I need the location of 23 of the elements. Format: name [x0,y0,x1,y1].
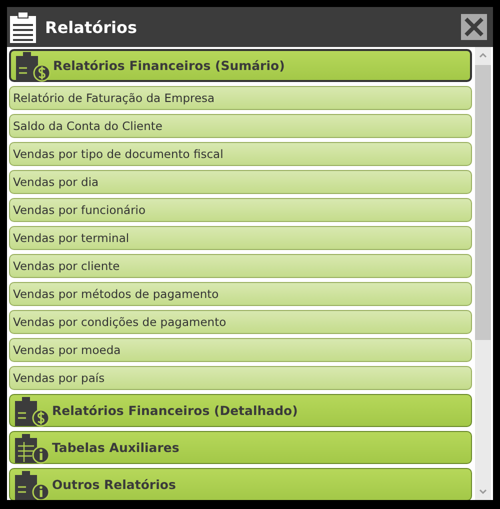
clipboard-dollar-icon [14,394,50,426]
report-item[interactable]: Vendas por país [9,366,472,390]
group-header[interactable]: Outros Relatórios [9,468,472,500]
scrollbar[interactable] [475,47,491,500]
report-item[interactable]: Vendas por métodos de pagamento [9,282,472,306]
scroll-thumb[interactable] [475,65,491,340]
report-item[interactable]: Vendas por cliente [9,254,472,278]
group-header[interactable]: Relatórios Financeiros (Sumário) [9,49,472,82]
report-item[interactable]: Vendas por moeda [9,338,472,362]
clipboard-grid-icon [14,432,50,464]
report-item[interactable]: Saldo da Conta do Cliente [9,114,472,138]
window-title: Relatórios [45,18,138,36]
group-header[interactable]: Tabelas Auxiliares [9,431,472,464]
report-item[interactable]: Vendas por funcionário [9,198,472,222]
clipboard-dollar-icon [15,50,51,82]
clipboard-info-icon [14,468,50,500]
report-item[interactable]: Vendas por terminal [9,226,472,250]
report-item[interactable]: Relatório de Faturação da Empresa [9,86,472,110]
group-header[interactable]: Relatórios Financeiros (Detalhado) [9,394,472,427]
report-item[interactable]: Vendas por dia [9,170,472,194]
close-button[interactable] [461,14,487,40]
report-item[interactable]: Vendas por condições de pagamento [9,310,472,334]
report-item[interactable]: Vendas por tipo de documento fiscal [9,142,472,166]
